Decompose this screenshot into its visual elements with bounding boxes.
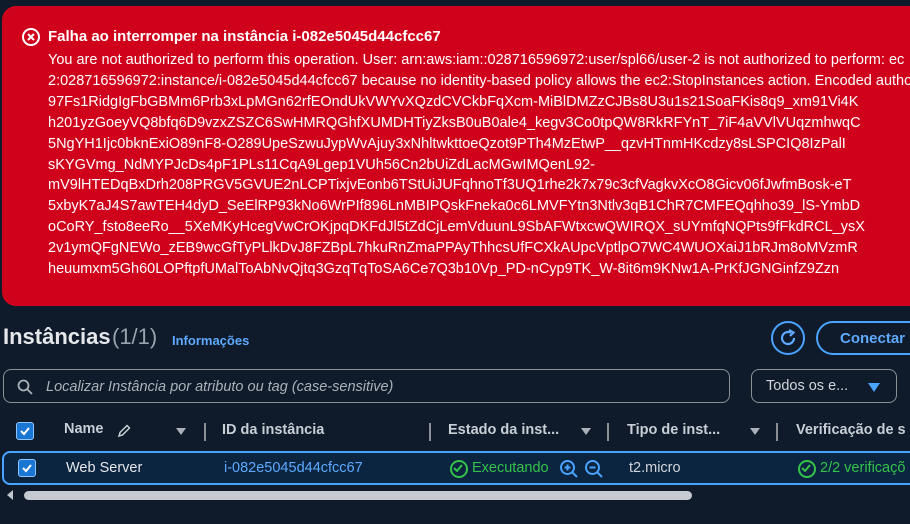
edit-pencil-icon	[117, 424, 131, 438]
instance-type: t2.micro	[629, 460, 681, 476]
running-status-icon	[450, 460, 468, 478]
column-header-name[interactable]: Name	[64, 421, 104, 437]
zoom-in-icon[interactable]	[559, 459, 579, 479]
alert-line: 2:028716596972:instance/i-082e5045d44cfc…	[48, 72, 910, 89]
search-icon	[17, 379, 33, 395]
selection-count: (1/1)	[112, 324, 158, 349]
column-divider[interactable]	[204, 423, 206, 441]
column-header-status-check[interactable]: Verificação de s	[796, 422, 906, 438]
alert-message: You are not authorized to perform this o…	[48, 50, 910, 280]
alert-title: Falha ao interromper na instância i-082e…	[48, 28, 441, 45]
scrollbar-thumb[interactable]	[24, 491, 692, 500]
sort-caret-icon[interactable]	[581, 428, 591, 435]
instance-id-link[interactable]: i-082e5045d44cfcc67	[224, 460, 363, 476]
check-icon	[22, 464, 32, 473]
instances-header: Instâncias (1/1) Informações Conectar	[0, 318, 910, 358]
scroll-left-arrow-icon[interactable]	[7, 490, 13, 500]
alert-line: 5xbyK7aJ4S7awTEH4dyD_SeElRP93kNo6WrPIf89…	[48, 198, 861, 215]
column-header-instance-id[interactable]: ID da instância	[222, 422, 324, 438]
caret-down-icon	[868, 383, 880, 392]
check-icon	[20, 427, 30, 436]
alert-line: h201yzGoeyVQ8bfq6D9vzxZSZC6SwHMRQGhfXUMD…	[48, 114, 861, 131]
search-input[interactable]	[44, 376, 708, 398]
error-alert: Falha ao interromper na instância i-082e…	[2, 6, 910, 306]
page-title: Instâncias	[3, 324, 111, 349]
column-header-state[interactable]: Estado da inst...	[448, 422, 559, 438]
alert-line: oCoRY_fsto8eeRo__5XeMKyHcegVwCrOKjpqDKFd…	[48, 219, 865, 236]
alert-line: 2v1ymQFgNEWo_zEB9wcGfTyPLlkDvJ8FZBpL7hku…	[48, 240, 858, 257]
column-divider[interactable]	[776, 423, 778, 441]
status-check-ok-icon	[798, 460, 816, 478]
sort-caret-icon[interactable]	[750, 428, 760, 435]
connect-button[interactable]: Conectar	[816, 321, 910, 355]
alert-line: 97Fs1RidgIgFbGBMm6Prb3xLpMGn62rfEOndUkVW…	[48, 93, 859, 110]
filter-selected-value: Todos os e...	[766, 378, 849, 394]
alert-line: heuumxm5Gh60LOPftpfUMalToAbNvQjtq3GzqTqT…	[48, 261, 840, 278]
column-divider[interactable]	[429, 423, 431, 441]
info-link[interactable]: Informações	[172, 333, 249, 348]
alert-line: 5NgYH1Ijc0bknExiO89nF8-O289UpeSzwuJypWvA…	[48, 135, 846, 152]
alert-line: You are not authorized to perform this o…	[48, 52, 905, 68]
alert-line: sKYGVmg_NdMYPJcDs4pF1PLs11CqA9Lgep1VUh56…	[48, 156, 595, 173]
instance-state: Executando	[472, 460, 549, 476]
instance-name: Web Server	[66, 460, 143, 476]
alert-line: mV9lHTEDqBxDrh208PRGV5GVUE2nLCPTixjvEonb…	[48, 177, 852, 194]
zoom-out-icon[interactable]	[584, 459, 604, 479]
status-check-value: 2/2 verificaçõ	[820, 460, 906, 476]
refresh-button[interactable]	[771, 321, 805, 355]
search-field[interactable]	[3, 369, 730, 403]
row-checkbox[interactable]	[18, 459, 36, 477]
table-row[interactable]: Web Server i-082e5045d44cfcc67 Executand…	[2, 451, 910, 485]
horizontal-scrollbar[interactable]	[0, 488, 910, 504]
select-all-checkbox[interactable]	[16, 422, 34, 440]
refresh-icon	[780, 329, 796, 346]
column-divider[interactable]	[607, 423, 609, 441]
column-header-type[interactable]: Tipo de inst...	[627, 422, 720, 438]
sort-caret-icon[interactable]	[176, 428, 186, 435]
error-icon	[22, 28, 40, 46]
state-filter-select[interactable]: Todos os e...	[751, 369, 897, 403]
table-header: Name ID da instância Estado da inst... T…	[0, 416, 910, 446]
